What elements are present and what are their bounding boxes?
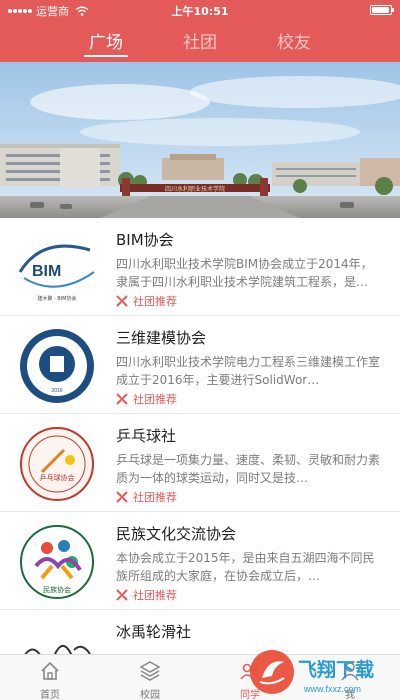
club-tag[interactable]: 社团推荐	[116, 391, 177, 407]
campus-icon	[139, 661, 161, 681]
fxxz-watermark: 飞翔下载 www.fxxz.com	[250, 650, 374, 694]
bim-logo-text: BIM	[32, 263, 61, 280]
club-item-ethnic-culture[interactable]: 民族协会 民族文化交流协会 本协会成立于2015年，是由来自五湖四海不同民族所组…	[0, 512, 400, 610]
tab-alumni[interactable]: 校友	[264, 28, 324, 53]
club-title: 冰禹轮滑社	[116, 623, 192, 641]
club-tag-label: 社团推荐	[133, 589, 177, 602]
club-list[interactable]: BIM 建木聚 · BIM协会 BIM协会 四川水利职业技术学院BIM协会成立于…	[0, 218, 400, 654]
club-description: 四川水利职业技术学院BIM协会成立于2014年，隶属于四川水利职业技术学院建筑工…	[116, 257, 373, 289]
club-description: 本协会成立于2015年，是由来自五湖四海不同民族所组成的大家庭，在协会成立后，…	[116, 551, 375, 583]
club-title: 民族文化交流协会	[116, 525, 237, 543]
club-title: 乒乓球社	[116, 427, 177, 445]
bim-logo-caption: 建木聚 · BIM协会	[38, 295, 77, 302]
club-title: 三维建模协会	[116, 329, 207, 347]
bim-logo-icon: BIM 建木聚 · BIM协会	[12, 228, 102, 308]
club-tag-label: 社团推荐	[133, 491, 177, 504]
watermark-text: 飞翔下载	[298, 658, 374, 681]
club-tag[interactable]: 社团推荐	[116, 489, 177, 505]
table-tennis-logo-text: 乒乓球协会	[40, 473, 75, 482]
club-tag-label: 社团推荐	[133, 393, 177, 406]
nav-home-label: 首页	[40, 690, 60, 700]
nav-campus-label: 校园	[140, 690, 160, 700]
gate-sign: 四川水利职业技术学院	[165, 185, 225, 193]
recommend-icon	[116, 491, 128, 503]
recommend-icon	[116, 393, 128, 405]
tab-plaza[interactable]: 广场	[76, 28, 136, 57]
modeling-logo-icon: 2016	[12, 326, 102, 406]
modeling-logo-text: 2016	[51, 388, 62, 394]
watermark-url: www.fxxz.com	[303, 684, 361, 694]
club-description: 乒乓球是一项集力量、速度、柔韧、灵敏和耐力素质为一体的球类运动，同时又是技…	[116, 453, 381, 485]
app-header: 运营商 上午10:51 广场 社团 校友	[0, 0, 400, 62]
club-item-bim[interactable]: BIM 建木聚 · BIM协会 BIM协会 四川水利职业技术学院BIM协会成立于…	[0, 218, 400, 316]
club-item-table-tennis[interactable]: 乒乓球协会 乒乓球社 乒乓球是一项集力量、速度、柔韧、灵敏和耐力素质为一体的球类…	[0, 414, 400, 512]
club-tag[interactable]: 社团推荐	[116, 293, 177, 309]
ethnic-logo-text: 民族协会	[43, 585, 71, 594]
campus-photo: 四川水利职业技术学院	[0, 62, 400, 218]
nav-home[interactable]: 首页	[0, 655, 100, 700]
ethnic-culture-logo-icon: 民族协会	[12, 522, 102, 602]
battery-fill	[372, 7, 389, 13]
home-icon	[41, 661, 59, 680]
recommend-icon	[116, 589, 128, 601]
recommend-icon	[116, 295, 128, 307]
tab-clubs[interactable]: 社团	[170, 28, 230, 53]
status-time: 上午10:51	[171, 5, 229, 18]
table-tennis-logo-icon: 乒乓球协会	[12, 424, 102, 504]
club-tag[interactable]: 社团推荐	[116, 587, 177, 603]
battery-icon	[370, 5, 394, 15]
club-item-3d-modeling[interactable]: 2016 三维建模协会 四川水利职业技术学院电力工程系三维建模工作室成立于201…	[0, 316, 400, 414]
club-title: BIM协会	[116, 231, 174, 249]
campus-banner[interactable]: 四川水利职业技术学院	[0, 62, 400, 218]
roller-skating-logo-icon	[12, 620, 102, 654]
club-description: 四川水利职业技术学院电力工程系三维建模工作室成立于2016年，主要进行Solid…	[116, 355, 381, 387]
top-tabs: 广场 社团 校友	[0, 20, 400, 62]
status-bar: 运营商 上午10:51	[0, 0, 400, 20]
club-tag-label: 社团推荐	[133, 295, 177, 308]
nav-campus[interactable]: 校园	[100, 655, 200, 700]
